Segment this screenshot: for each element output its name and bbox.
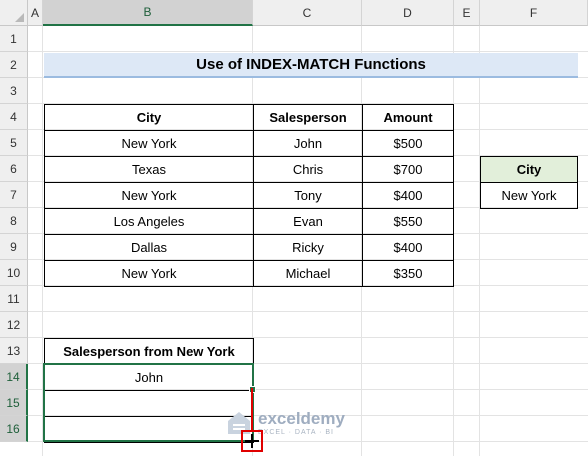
table-cell-amount[interactable]: $350 [362, 260, 454, 287]
row-header-5[interactable]: 5 [0, 130, 28, 156]
table-header-city[interactable]: City [44, 104, 254, 131]
table-cell-city[interactable]: New York [44, 130, 254, 157]
table-header-salesperson[interactable]: Salesperson [253, 104, 363, 131]
row-header-2[interactable]: 2 [0, 52, 28, 78]
table-cell-city[interactable]: Los Angeles [44, 208, 254, 235]
table-cell-amount[interactable]: $500 [362, 130, 454, 157]
table-cell-salesperson[interactable]: Ricky [253, 234, 363, 261]
row-header-4[interactable]: 4 [0, 104, 28, 130]
row-header-11[interactable]: 11 [0, 286, 28, 312]
select-all-triangle-icon [15, 13, 24, 22]
gridline-horizontal [28, 311, 588, 312]
table-cell-amount[interactable]: $400 [362, 234, 454, 261]
table-cell-city[interactable]: Dallas [44, 234, 254, 261]
table-cell-amount[interactable]: $700 [362, 156, 454, 183]
lookup-header-city[interactable]: City [480, 156, 578, 183]
table-cell-city[interactable]: New York [44, 260, 254, 287]
table-header-amount[interactable]: Amount [362, 104, 454, 131]
drag-indicator-line [251, 388, 253, 430]
column-header-d[interactable]: D [362, 0, 454, 26]
row-header-13[interactable]: 13 [0, 338, 28, 364]
column-header-e[interactable]: E [454, 0, 480, 26]
table-cell-salesperson[interactable]: John [253, 130, 363, 157]
table-cell-amount[interactable]: $400 [362, 182, 454, 209]
table-cell-salesperson[interactable]: Tony [253, 182, 363, 209]
row-header-6[interactable]: 6 [0, 156, 28, 182]
watermark-name: exceldemy [258, 409, 345, 428]
row-header-15[interactable]: 15 [0, 390, 28, 416]
table-cell-city[interactable]: New York [44, 182, 254, 209]
lookup-value[interactable]: New York [480, 182, 578, 209]
result-header[interactable]: Salesperson from New York [44, 338, 254, 365]
sheet-title[interactable]: Use of INDEX-MATCH Functions [44, 53, 578, 78]
gridline-vertical [479, 26, 480, 456]
table-cell-salesperson[interactable]: Michael [253, 260, 363, 287]
row-header-12[interactable]: 12 [0, 312, 28, 338]
column-header-f[interactable]: F [480, 0, 588, 26]
row-header-14[interactable]: 14 [0, 364, 28, 390]
row-header-9[interactable]: 9 [0, 234, 28, 260]
table-cell-amount[interactable]: $550 [362, 208, 454, 235]
row-header-8[interactable]: 8 [0, 208, 28, 234]
watermark-tagline: EXCEL · DATA · BI [258, 429, 334, 436]
select-all-corner[interactable] [0, 0, 28, 26]
row-header-1[interactable]: 1 [0, 26, 28, 52]
row-header-7[interactable]: 7 [0, 182, 28, 208]
selection-range[interactable] [43, 363, 254, 442]
row-header-3[interactable]: 3 [0, 78, 28, 104]
gridline-horizontal [28, 51, 588, 52]
table-cell-salesperson[interactable]: Evan [253, 208, 363, 235]
column-header-a[interactable]: A [28, 0, 43, 26]
column-header-c[interactable]: C [253, 0, 362, 26]
table-cell-salesperson[interactable]: Chris [253, 156, 363, 183]
table-cell-city[interactable]: Texas [44, 156, 254, 183]
row-header-16[interactable]: 16 [0, 416, 28, 442]
column-header-b[interactable]: B [43, 0, 253, 26]
crosshair-cursor-icon[interactable] [243, 432, 261, 450]
row-header-10[interactable]: 10 [0, 260, 28, 286]
